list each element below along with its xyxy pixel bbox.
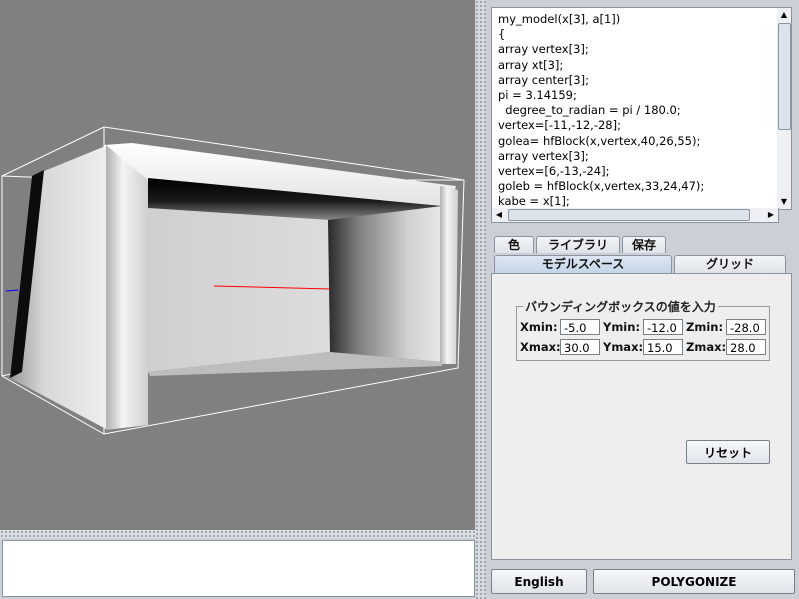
model-render (1, 126, 465, 435)
vertical-scroll-thumb[interactable] (778, 23, 791, 130)
xmin-label: Xmin: (520, 320, 558, 334)
horizontal-splitter[interactable] (0, 530, 477, 538)
model-space-panel: バウンディングボックスの値を入力 Xmin: -5.0 Ymin: -12.0 … (491, 273, 792, 560)
tab-color[interactable]: 色 (494, 236, 534, 253)
tab-library[interactable]: ライブラリ (536, 236, 620, 253)
model-front-leg-right (440, 186, 458, 364)
reset-button[interactable]: リセット (686, 440, 770, 464)
tab-grid[interactable]: グリッド (674, 255, 786, 273)
scroll-down-arrow-icon[interactable]: ▼ (777, 195, 791, 209)
code-text[interactable]: my_model(x[3], a[1]) { array vertex[3]; … (492, 8, 778, 209)
3d-viewport[interactable] (0, 0, 475, 530)
zmax-label: Zmax: (686, 340, 727, 354)
ymin-label: Ymin: (603, 320, 641, 334)
scroll-right-arrow-icon[interactable]: ▶ (764, 208, 778, 222)
editor-horizontal-scrollbar[interactable]: ◀ ▶ (491, 208, 779, 223)
ymax-label: Ymax: (603, 340, 644, 354)
ymin-input[interactable]: -12.0 (643, 319, 683, 335)
zmax-input[interactable]: 28.0 (726, 339, 766, 355)
scroll-left-arrow-icon[interactable]: ◀ (492, 208, 506, 222)
scroll-up-arrow-icon[interactable]: ▲ (777, 8, 791, 22)
horizontal-scroll-thumb[interactable] (508, 209, 750, 221)
xmax-label: Xmax: (520, 340, 561, 354)
english-button[interactable]: English (491, 569, 587, 594)
bounding-box-legend: バウンディングボックスの値を入力 (523, 298, 718, 315)
tab-model-space[interactable]: モデルスペース (494, 255, 672, 273)
editor-vertical-scrollbar[interactable]: ▲ ▼ (777, 7, 792, 210)
xmin-input[interactable]: -5.0 (560, 319, 600, 335)
model-front-leg-left (106, 145, 148, 430)
y-axis-line (5, 289, 19, 292)
model-inner-wall (148, 208, 330, 372)
zmin-label: Zmin: (686, 320, 724, 334)
message-console[interactable] (2, 540, 475, 597)
vertical-splitter[interactable] (476, 0, 486, 599)
polygonize-button[interactable]: POLYGONIZE (593, 569, 795, 594)
bounding-box-group: バウンディングボックスの値を入力 Xmin: -5.0 Ymin: -12.0 … (516, 298, 770, 361)
xmax-input[interactable]: 30.0 (560, 339, 600, 355)
tab-save[interactable]: 保存 (622, 236, 666, 253)
ymax-input[interactable]: 15.0 (643, 339, 683, 355)
code-editor[interactable]: my_model(x[3], a[1]) { array vertex[3]; … (491, 7, 779, 210)
zmin-input[interactable]: -28.0 (726, 319, 766, 335)
